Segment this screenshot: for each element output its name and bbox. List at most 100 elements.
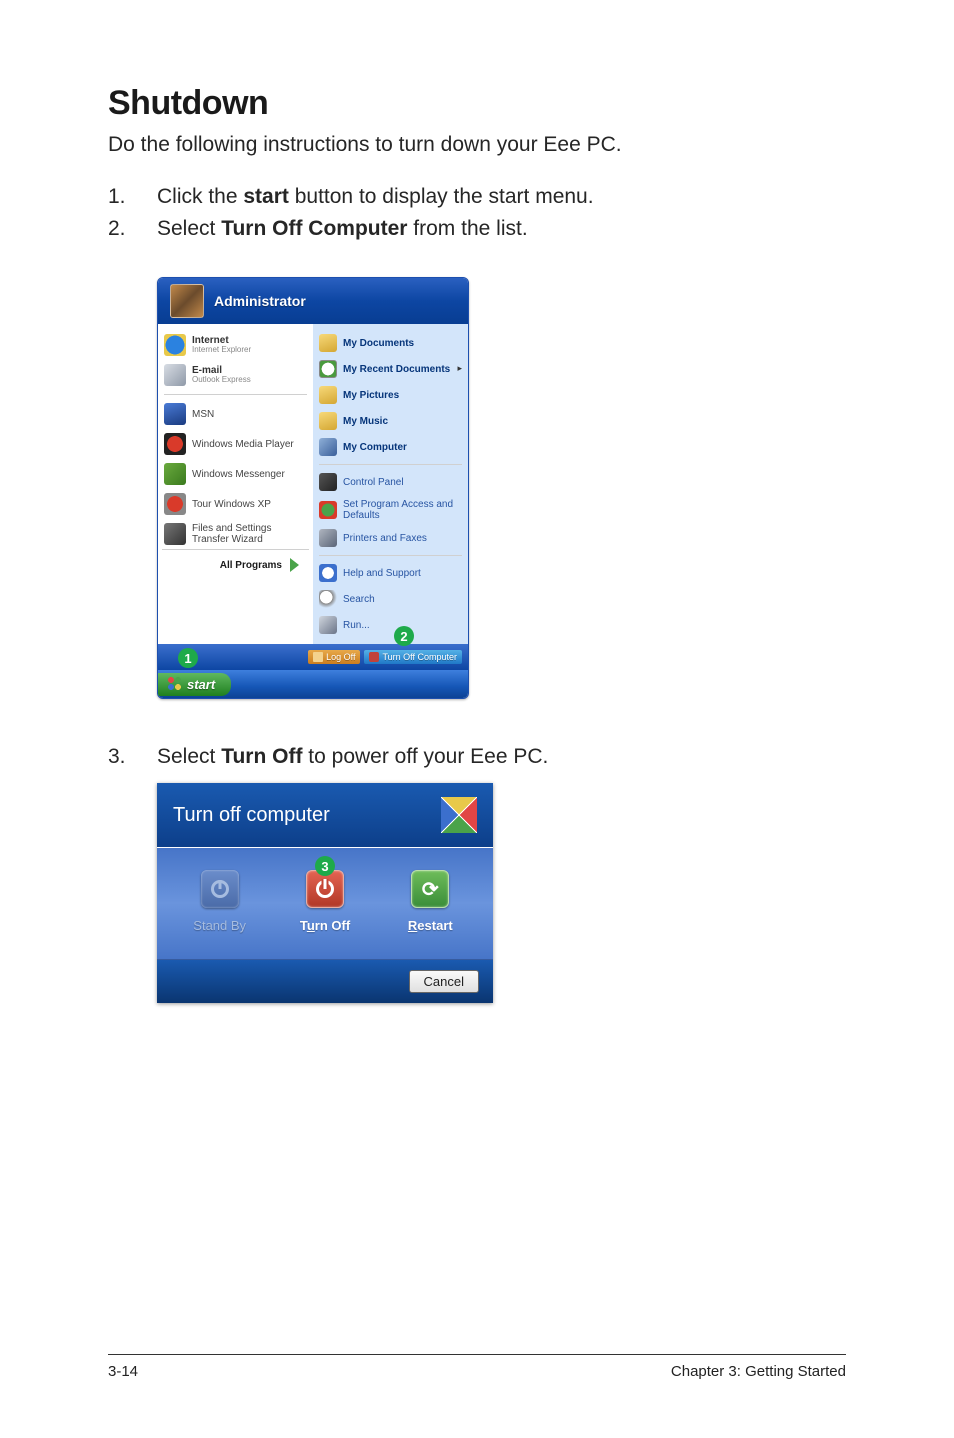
windows-logo-icon xyxy=(441,797,477,833)
turn-off-label: Turn Off xyxy=(300,918,350,933)
standby-icon xyxy=(211,880,229,898)
turn-off-dialog-title: Turn off computer xyxy=(173,804,330,827)
chevron-right-icon xyxy=(290,558,299,572)
printer-icon xyxy=(319,529,337,547)
control-panel[interactable]: Control Panel xyxy=(317,469,464,495)
step-1-bold: start xyxy=(243,185,289,208)
my-music-label: My Music xyxy=(343,416,388,427)
step-2-pre: Select xyxy=(157,217,221,240)
log-off-label: Log Off xyxy=(326,652,355,662)
control-panel-icon xyxy=(319,473,337,491)
turn-off-label-pre: T xyxy=(300,918,307,933)
stand-by-button[interactable] xyxy=(201,870,239,908)
pinned-internet[interactable]: Internet Internet Explorer xyxy=(162,330,309,360)
recent-msn[interactable]: MSN xyxy=(162,399,309,429)
control-panel-label: Control Panel xyxy=(343,477,404,488)
step-1: 1. Click the start button to display the… xyxy=(108,185,846,209)
set-program-access-label: Set Program Access and Defaults xyxy=(343,499,462,521)
recent-msn-label: MSN xyxy=(192,409,214,420)
pinned-email-sub: Outlook Express xyxy=(192,376,251,385)
pinned-email[interactable]: E-mail Outlook Express xyxy=(162,360,309,390)
printers-faxes[interactable]: Printers and Faxes xyxy=(317,525,464,551)
step-1-post: button to display the start menu. xyxy=(289,185,594,208)
restart-label: Restart xyxy=(408,918,453,933)
start-menu-header: Administrator xyxy=(158,278,468,324)
recent-docs-icon xyxy=(319,360,337,378)
transfer-icon xyxy=(164,523,186,545)
step-3-post: to power off your Eee PC. xyxy=(302,745,548,768)
search[interactable]: Search xyxy=(317,586,464,612)
my-pictures-label: My Pictures xyxy=(343,390,399,401)
my-pictures[interactable]: My Pictures xyxy=(317,382,464,408)
start-menu-footer: Log Off Turn Off Computer xyxy=(158,644,468,670)
turn-off-computer-button[interactable]: Turn Off Computer xyxy=(364,650,462,664)
step-3-number: 3. xyxy=(108,745,157,769)
run[interactable]: Run... xyxy=(317,612,464,638)
log-off-button[interactable]: Log Off xyxy=(308,650,360,664)
recent-tour[interactable]: Tour Windows XP xyxy=(162,489,309,519)
divider xyxy=(164,394,307,395)
all-programs-label: All Programs xyxy=(220,560,282,571)
wmp-icon xyxy=(164,433,186,455)
turn-off-dialog-header: Turn off computer xyxy=(157,783,493,847)
chapter-label: Chapter 3: Getting Started xyxy=(671,1363,846,1380)
search-icon xyxy=(319,590,337,608)
turn-off-computer-label: Turn Off Computer xyxy=(382,652,457,662)
step-1-number: 1. xyxy=(108,185,157,209)
email-icon xyxy=(164,364,186,386)
stand-by-option[interactable]: Stand By xyxy=(168,870,272,933)
recent-wmp[interactable]: Windows Media Player xyxy=(162,429,309,459)
set-program-access[interactable]: Set Program Access and Defaults xyxy=(317,495,464,525)
cancel-button[interactable]: Cancel xyxy=(409,970,479,993)
user-name: Administrator xyxy=(214,293,306,309)
tour-icon xyxy=(164,493,186,515)
my-documents[interactable]: My Documents xyxy=(317,330,464,356)
annotation-badge-1: 1 xyxy=(178,648,198,668)
recent-messenger-label: Windows Messenger xyxy=(192,469,285,480)
stand-by-label: Stand By xyxy=(193,918,246,933)
start-button[interactable]: start xyxy=(158,673,231,696)
step-2-post: from the list. xyxy=(407,217,527,240)
start-button-label: start xyxy=(187,677,215,692)
windows-logo-icon xyxy=(168,677,182,691)
turn-off-option[interactable]: Turn Off xyxy=(273,870,377,933)
my-music[interactable]: My Music xyxy=(317,408,464,434)
annotation-badge-2: 2 xyxy=(394,626,414,646)
turn-off-dialog-footer: Cancel xyxy=(157,960,493,1003)
my-documents-label: My Documents xyxy=(343,338,414,349)
my-computer[interactable]: My Computer xyxy=(317,434,464,460)
page-number: 3-14 xyxy=(108,1363,138,1380)
program-access-icon xyxy=(319,501,337,519)
restart-icon: ⟳ xyxy=(422,877,439,902)
help-support[interactable]: Help and Support xyxy=(317,560,464,586)
annotation-badge-3: 3 xyxy=(315,856,335,876)
folder-icon xyxy=(319,334,337,352)
my-computer-label: My Computer xyxy=(343,442,407,453)
step-1-pre: Click the xyxy=(157,185,243,208)
recent-transfer-label: Files and Settings Transfer Wizard xyxy=(192,523,307,545)
all-programs[interactable]: All Programs xyxy=(162,549,309,580)
power-icon xyxy=(369,652,379,662)
restart-button[interactable]: ⟳ xyxy=(411,870,449,908)
step-2: 2. Select Turn Off Computer from the lis… xyxy=(108,217,846,241)
start-menu-screenshot: Administrator Internet Internet Explorer… xyxy=(157,277,469,699)
page-heading: Shutdown xyxy=(108,84,846,123)
run-icon xyxy=(319,616,337,634)
restart-option[interactable]: ⟳ Restart xyxy=(378,870,482,933)
computer-icon xyxy=(319,438,337,456)
ie-icon xyxy=(164,334,186,356)
divider xyxy=(319,555,462,556)
step-2-bold: Turn Off Computer xyxy=(221,217,407,240)
step-3-pre: Select xyxy=(157,745,221,768)
restart-label-u: R xyxy=(408,918,417,933)
folder-icon xyxy=(319,412,337,430)
turn-off-label-u: u xyxy=(307,918,315,933)
divider xyxy=(319,464,462,465)
my-recent-documents[interactable]: My Recent Documents ▸ xyxy=(317,356,464,382)
intro-paragraph: Do the following instructions to turn do… xyxy=(108,133,846,157)
search-label: Search xyxy=(343,594,375,605)
recent-tour-label: Tour Windows XP xyxy=(192,499,271,510)
recent-messenger[interactable]: Windows Messenger xyxy=(162,459,309,489)
recent-transfer[interactable]: Files and Settings Transfer Wizard xyxy=(162,519,309,549)
my-recent-documents-label: My Recent Documents xyxy=(343,364,450,375)
